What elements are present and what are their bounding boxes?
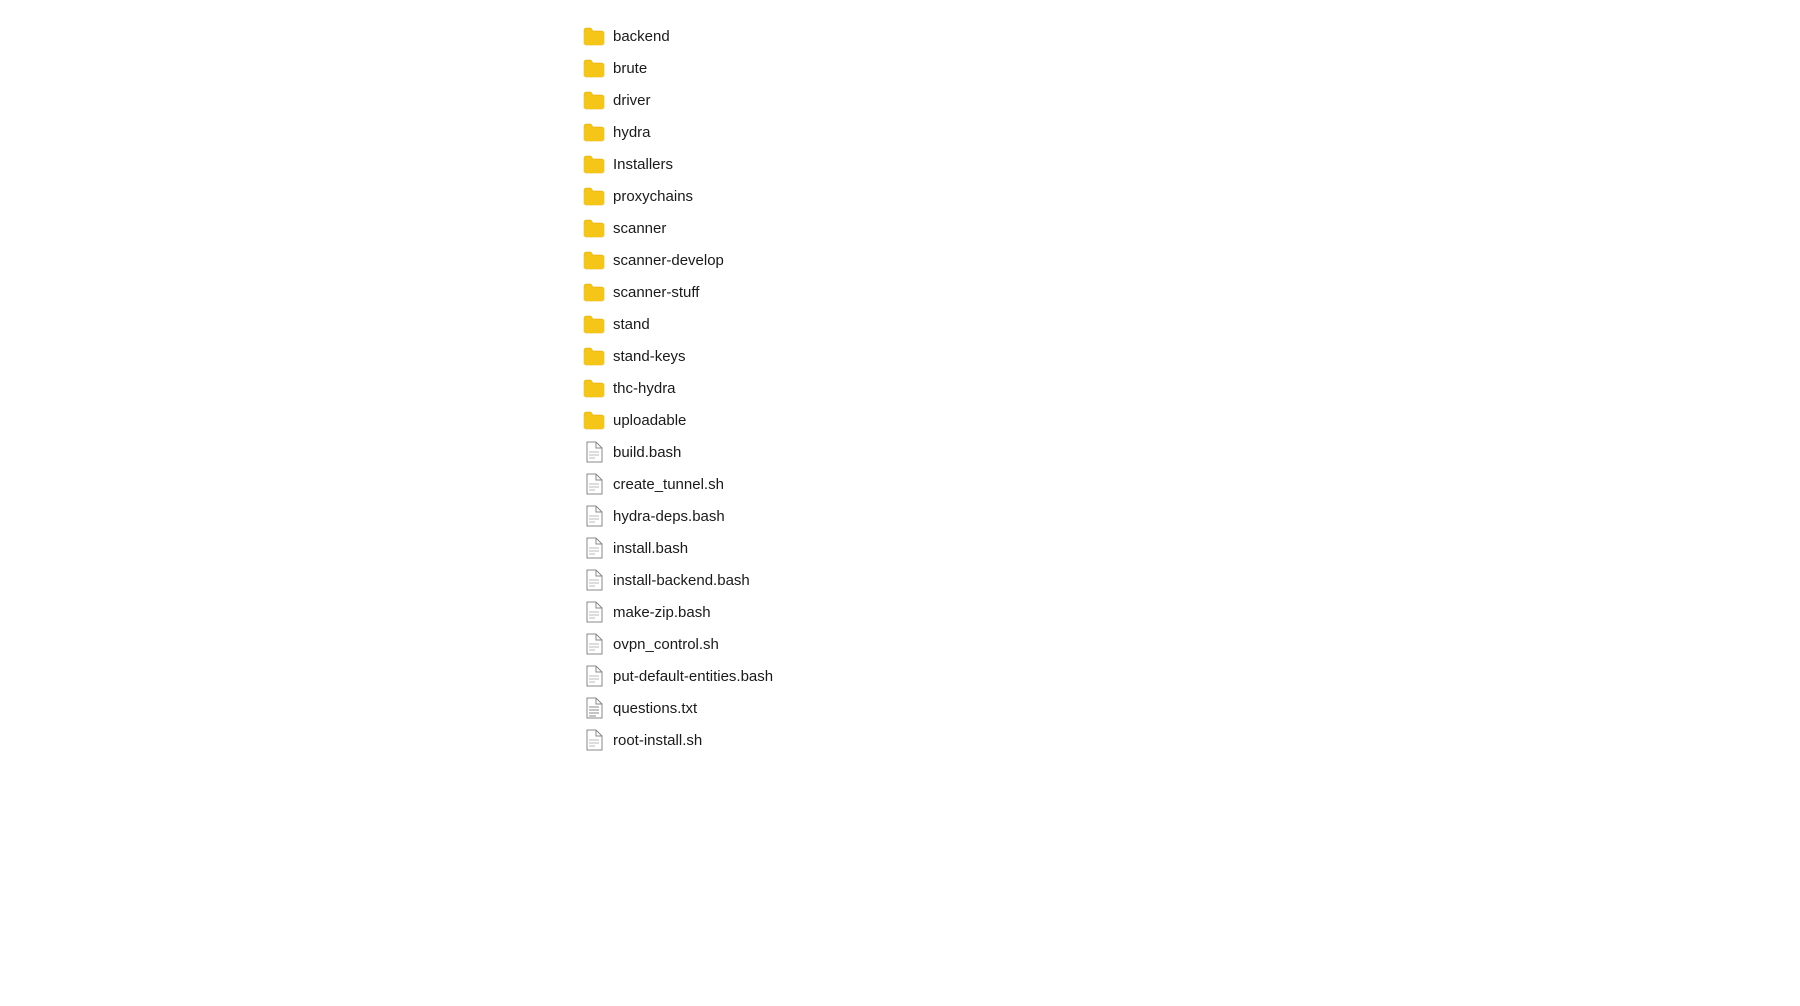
file-icon bbox=[583, 730, 605, 750]
file-name-label: ovpn_control.sh bbox=[613, 636, 719, 653]
file-icon bbox=[583, 506, 605, 526]
file-name-label: brute bbox=[613, 60, 647, 77]
folder-icon bbox=[583, 314, 605, 334]
folder-icon bbox=[583, 410, 605, 430]
list-item[interactable]: thc-hydra bbox=[575, 372, 1800, 404]
file-text-icon bbox=[583, 698, 605, 718]
folder-icon bbox=[583, 154, 605, 174]
list-item[interactable]: scanner-develop bbox=[575, 244, 1800, 276]
file-name-label: stand-keys bbox=[613, 348, 686, 365]
list-item[interactable]: stand bbox=[575, 308, 1800, 340]
list-item[interactable]: scanner-stuff bbox=[575, 276, 1800, 308]
file-name-label: install-backend.bash bbox=[613, 572, 750, 589]
list-item[interactable]: root-install.sh bbox=[575, 724, 1800, 756]
file-name-label: scanner-develop bbox=[613, 252, 724, 269]
file-icon bbox=[583, 570, 605, 590]
folder-icon bbox=[583, 26, 605, 46]
list-item[interactable]: hydra bbox=[575, 116, 1800, 148]
folder-icon bbox=[583, 218, 605, 238]
list-item[interactable]: build.bash bbox=[575, 436, 1800, 468]
folder-icon bbox=[583, 90, 605, 110]
list-item[interactable]: put-default-entities.bash bbox=[575, 660, 1800, 692]
file-icon bbox=[583, 602, 605, 622]
list-item[interactable]: brute bbox=[575, 52, 1800, 84]
file-name-label: put-default-entities.bash bbox=[613, 668, 773, 685]
list-item[interactable]: backend bbox=[575, 20, 1800, 52]
list-item[interactable]: ovpn_control.sh bbox=[575, 628, 1800, 660]
file-list: backend brute driver hydra Installers pr… bbox=[575, 0, 1800, 776]
list-item[interactable]: scanner bbox=[575, 212, 1800, 244]
file-name-label: make-zip.bash bbox=[613, 604, 711, 621]
file-name-label: Installers bbox=[613, 156, 673, 173]
list-item[interactable]: questions.txt bbox=[575, 692, 1800, 724]
file-name-label: install.bash bbox=[613, 540, 688, 557]
file-icon bbox=[583, 474, 605, 494]
list-item[interactable]: create_tunnel.sh bbox=[575, 468, 1800, 500]
folder-icon bbox=[583, 282, 605, 302]
file-name-label: create_tunnel.sh bbox=[613, 476, 724, 493]
folder-icon bbox=[583, 250, 605, 270]
file-icon bbox=[583, 634, 605, 654]
file-name-label: driver bbox=[613, 92, 651, 109]
file-icon bbox=[583, 538, 605, 558]
file-name-label: hydra-deps.bash bbox=[613, 508, 725, 525]
list-item[interactable]: hydra-deps.bash bbox=[575, 500, 1800, 532]
list-item[interactable]: Installers bbox=[575, 148, 1800, 180]
file-name-label: build.bash bbox=[613, 444, 681, 461]
folder-icon bbox=[583, 186, 605, 206]
file-name-label: thc-hydra bbox=[613, 380, 676, 397]
file-name-label: questions.txt bbox=[613, 700, 697, 717]
file-name-label: scanner bbox=[613, 220, 666, 237]
folder-icon bbox=[583, 346, 605, 366]
file-name-label: stand bbox=[613, 316, 650, 333]
file-name-label: backend bbox=[613, 28, 670, 45]
file-icon bbox=[583, 666, 605, 686]
file-name-label: hydra bbox=[613, 124, 651, 141]
list-item[interactable]: make-zip.bash bbox=[575, 596, 1800, 628]
list-item[interactable]: stand-keys bbox=[575, 340, 1800, 372]
list-item[interactable]: uploadable bbox=[575, 404, 1800, 436]
folder-icon bbox=[583, 378, 605, 398]
file-name-label: root-install.sh bbox=[613, 732, 702, 749]
list-item[interactable]: install-backend.bash bbox=[575, 564, 1800, 596]
folder-icon bbox=[583, 58, 605, 78]
folder-icon bbox=[583, 122, 605, 142]
file-name-label: uploadable bbox=[613, 412, 686, 429]
file-name-label: scanner-stuff bbox=[613, 284, 699, 301]
list-item[interactable]: driver bbox=[575, 84, 1800, 116]
file-name-label: proxychains bbox=[613, 188, 693, 205]
list-item[interactable]: proxychains bbox=[575, 180, 1800, 212]
file-icon bbox=[583, 442, 605, 462]
list-item[interactable]: install.bash bbox=[575, 532, 1800, 564]
